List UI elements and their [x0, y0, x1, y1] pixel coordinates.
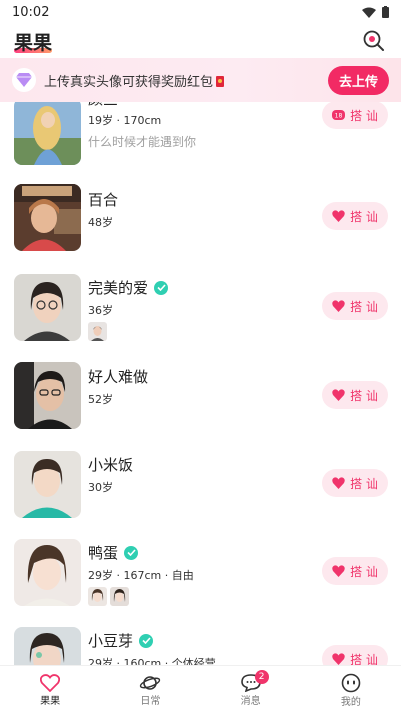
upload-button[interactable]: 去上传: [327, 65, 389, 95]
red-packet-icon: [216, 75, 225, 87]
heart-icon: [332, 477, 345, 489]
heart-icon: [332, 300, 345, 312]
user-meta: 36岁: [88, 304, 113, 317]
user-name: 小豆芽: [88, 632, 134, 650]
verified-icon: [154, 280, 169, 295]
tab-profile[interactable]: 我的: [301, 666, 401, 714]
user-meta: 29岁 · 160cm · 个体经营: [88, 657, 216, 665]
heart-icon: [332, 389, 345, 401]
avatar[interactable]: [14, 627, 81, 665]
upload-banner: 上传真实头像可获得奖励红包 去上传: [0, 58, 401, 102]
user-name-row: 小米饭: [88, 454, 133, 475]
user-name-row: 百合: [88, 189, 118, 210]
photo-thumbnail[interactable]: [88, 587, 107, 606]
tab-messages[interactable]: 消息 2: [201, 666, 301, 714]
avatar[interactable]: [14, 539, 81, 606]
photo-thumbnail[interactable]: [88, 322, 107, 341]
chat-button[interactable]: 搭 讪: [322, 645, 388, 665]
chat-label: 搭 讪: [350, 299, 378, 314]
app-header: 果果: [0, 24, 401, 58]
chat-button[interactable]: 搭 讪: [322, 381, 388, 409]
chat-button[interactable]: 搭 讪: [322, 557, 388, 585]
chat-button[interactable]: 搭 讪: [322, 469, 388, 497]
face-icon: [341, 673, 361, 692]
wifi-icon: [362, 7, 376, 18]
user-name-row: 完美的爱: [88, 277, 169, 298]
status-icons: [362, 6, 389, 18]
user-meta: 48岁: [88, 216, 113, 229]
photo-thumbnails: [88, 322, 107, 341]
page-title: 果果: [14, 28, 53, 55]
list-item[interactable]: 百合 48岁 搭 讪: [0, 176, 401, 264]
avatar[interactable]: [14, 362, 81, 429]
planet-icon: [140, 675, 161, 690]
heart-icon: [332, 210, 345, 222]
list-item[interactable]: 鸭蛋 29岁 · 167cm · 自由 搭 讪: [0, 529, 401, 617]
user-name: 好人难做: [88, 368, 149, 386]
chat-button[interactable]: 搭 讪: [322, 202, 388, 230]
banner-text: 上传真实头像可获得奖励红包: [44, 74, 214, 90]
chat-label: 搭 讪: [350, 652, 378, 666]
status-bar: 10:02: [0, 0, 401, 24]
avatar[interactable]: [14, 102, 81, 165]
search-icon: [363, 30, 384, 51]
battery-icon: [382, 6, 389, 18]
photo-thumbnail[interactable]: [110, 587, 129, 606]
avatar[interactable]: [14, 274, 81, 341]
list-item[interactable]: 颜竺 19岁 · 170cm 什么时候才能遇到你 18 搭 讪: [0, 102, 401, 176]
user-name-row: 鸭蛋: [88, 542, 139, 563]
bottom-tab-bar: 果果 日常 消息 2 我的: [0, 665, 401, 714]
user-name-row: 好人难做: [88, 366, 148, 387]
photo-thumbnails: [88, 587, 129, 606]
tab-label: 果果: [40, 695, 61, 707]
avatar[interactable]: [14, 184, 81, 251]
diamond-icon: [12, 68, 36, 92]
verified-icon: [124, 545, 139, 560]
search-button[interactable]: [361, 28, 387, 54]
chat-label: 搭 讪: [350, 209, 378, 224]
list-item[interactable]: 小豆芽 29岁 · 160cm · 个体经营 搭 讪: [0, 617, 401, 665]
user-name: 鸭蛋: [88, 544, 119, 562]
user-name: 百合: [88, 191, 119, 209]
user-signature: 什么时候才能遇到你: [88, 135, 197, 149]
list-item[interactable]: 完美的爱 36岁 搭 讪: [0, 264, 401, 352]
tag-icon: 18: [332, 110, 346, 120]
list-item[interactable]: 小米饭 30岁 搭 讪: [0, 441, 401, 529]
user-meta: 30岁: [88, 481, 113, 494]
chat-label: 搭 讪: [350, 108, 378, 123]
chat-button[interactable]: 18 搭 讪: [322, 102, 388, 129]
tab-guoguo[interactable]: 果果: [0, 666, 100, 714]
user-meta: 29岁 · 167cm · 自由: [88, 569, 194, 582]
banner-text-wrap: 上传真实头像可获得奖励红包: [44, 71, 328, 90]
user-name-row: 颜竺: [88, 102, 118, 109]
tab-label: 我的: [340, 696, 361, 708]
svg-text:18: 18: [335, 113, 343, 120]
user-meta: 52岁: [88, 393, 113, 406]
user-list: 颜竺 19岁 · 170cm 什么时候才能遇到你 18 搭 讪 百合 48岁 搭…: [0, 102, 401, 665]
list-item[interactable]: 好人难做 52岁 搭 讪: [0, 353, 401, 441]
message-badge: 2: [254, 670, 269, 684]
tab-label: 消息: [240, 695, 261, 707]
heart-icon: [332, 565, 345, 577]
avatar[interactable]: [14, 451, 81, 518]
chat-label: 搭 讪: [350, 564, 378, 579]
user-name: 完美的爱: [88, 279, 149, 297]
chat-button[interactable]: 搭 讪: [322, 292, 388, 320]
user-meta: 19岁 · 170cm: [88, 114, 162, 127]
user-name-row: 小豆芽: [88, 630, 154, 651]
verified-icon: [139, 633, 154, 648]
tab-daily[interactable]: 日常: [100, 666, 200, 714]
user-name: 小米饭: [88, 456, 134, 474]
chat-label: 搭 讪: [350, 388, 378, 403]
heart-icon: [40, 673, 61, 692]
user-name: 颜竺: [88, 102, 118, 109]
status-time: 10:02: [12, 4, 50, 20]
heart-icon: [332, 653, 345, 665]
chat-label: 搭 讪: [350, 476, 378, 491]
tab-label: 日常: [140, 695, 161, 707]
